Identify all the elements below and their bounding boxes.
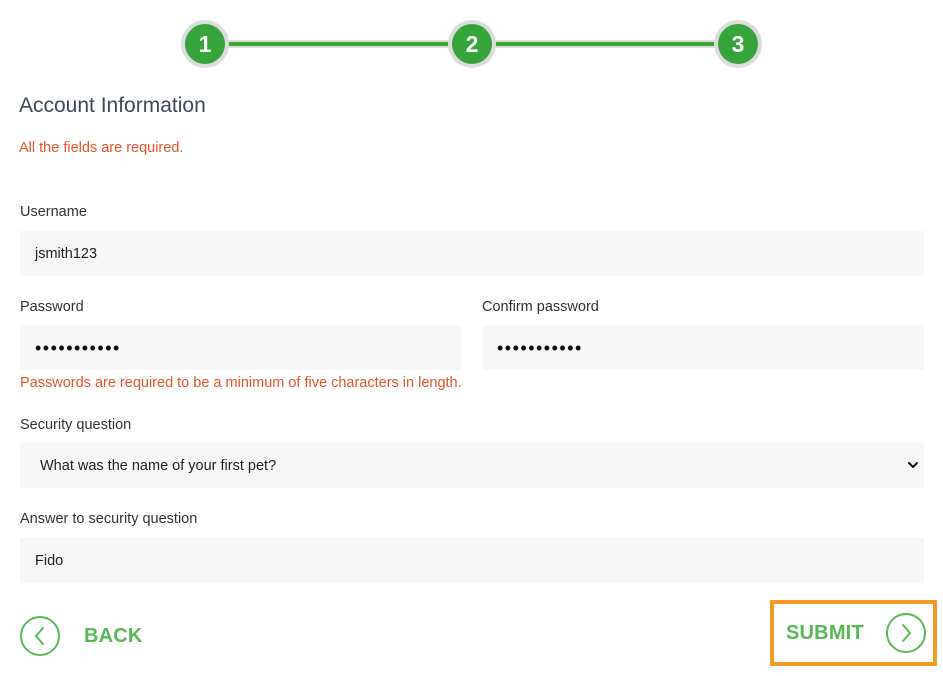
username-label: Username xyxy=(20,204,87,220)
progress-stepper: 1 2 3 xyxy=(181,20,762,68)
step-1: 1 xyxy=(181,20,229,68)
back-button[interactable]: BACK xyxy=(20,615,143,657)
security-question-select[interactable]: What was the name of your first pet? xyxy=(20,443,924,488)
security-question-label: Security question xyxy=(20,417,132,433)
back-label: BACK xyxy=(84,624,143,647)
step-3-number: 3 xyxy=(718,24,758,64)
stepper-connector-1-2 xyxy=(221,40,453,48)
security-answer-label: Answer to security question xyxy=(20,511,198,527)
page-title: Account Information xyxy=(19,94,206,117)
submit-label: SUBMIT xyxy=(786,621,864,644)
security-answer-value: Fido xyxy=(35,552,64,569)
username-value: jsmith123 xyxy=(35,245,98,262)
confirm-password-value: ••••••••••• xyxy=(497,337,583,358)
username-input[interactable]: jsmith123 xyxy=(20,231,924,276)
confirm-password-input[interactable]: ••••••••••• xyxy=(482,325,924,370)
confirm-password-label: Confirm password xyxy=(482,299,599,315)
step-2-number: 2 xyxy=(452,24,492,64)
chevron-right-icon xyxy=(885,613,926,653)
step-3: 3 xyxy=(714,20,762,68)
password-input[interactable]: ••••••••••• xyxy=(20,325,461,370)
submit-button[interactable]: SUBMIT xyxy=(786,612,926,654)
chevron-left-icon xyxy=(20,616,60,656)
step-2: 2 xyxy=(448,20,496,68)
security-answer-input[interactable]: Fido xyxy=(20,538,924,583)
chevron-down-icon xyxy=(906,459,920,473)
password-error-message: Passwords are required to be a minimum o… xyxy=(20,375,462,391)
stepper-connector-2-3 xyxy=(491,40,723,48)
required-fields-note: All the fields are required. xyxy=(19,140,184,156)
password-value: ••••••••••• xyxy=(35,337,121,358)
password-label: Password xyxy=(20,299,84,315)
step-1-number: 1 xyxy=(185,24,225,64)
security-question-selected: What was the name of your first pet? xyxy=(40,457,277,474)
